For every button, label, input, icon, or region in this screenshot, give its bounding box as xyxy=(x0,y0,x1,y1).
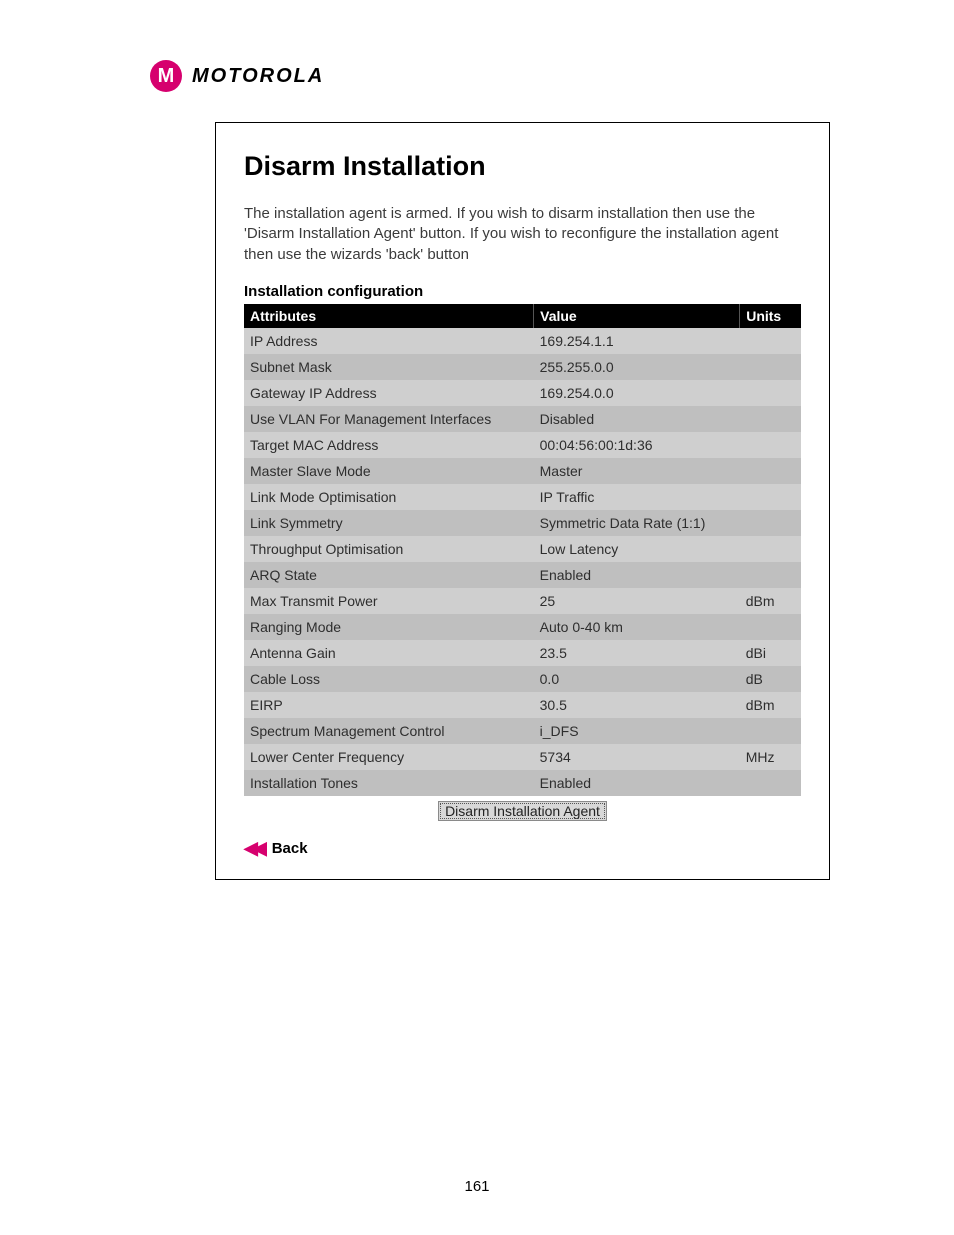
col-header-attributes: Attributes xyxy=(244,304,534,328)
cell-attribute: Use VLAN For Management Interfaces xyxy=(244,406,534,432)
cell-value: 5734 xyxy=(534,744,740,770)
cell-value: 169.254.0.0 xyxy=(534,380,740,406)
table-row: Ranging ModeAuto 0-40 km xyxy=(244,614,801,640)
cell-units: dBm xyxy=(740,588,801,614)
disarm-installation-agent-button[interactable]: Disarm Installation Agent xyxy=(438,801,607,821)
cell-value: Disabled xyxy=(534,406,740,432)
cell-value: Auto 0-40 km xyxy=(534,614,740,640)
document-page: M MOTOROLA Disarm Installation The insta… xyxy=(0,0,954,1235)
col-header-value: Value xyxy=(534,304,740,328)
back-link[interactable]: ◀◀ Back xyxy=(244,838,801,859)
table-row: Use VLAN For Management InterfacesDisabl… xyxy=(244,406,801,432)
back-label: Back xyxy=(272,840,308,857)
table-row: Cable Loss0.0dB xyxy=(244,666,801,692)
cell-attribute: Spectrum Management Control xyxy=(244,718,534,744)
cell-value: 23.5 xyxy=(534,640,740,666)
cell-attribute: Lower Center Frequency xyxy=(244,744,534,770)
table-row: Target MAC Address00:04:56:00:1d:36 xyxy=(244,432,801,458)
table-row: Gateway IP Address169.254.0.0 xyxy=(244,380,801,406)
cell-value: 169.254.1.1 xyxy=(534,328,740,354)
cell-attribute: Master Slave Mode xyxy=(244,458,534,484)
cell-units: dBi xyxy=(740,640,801,666)
cell-attribute: Link Symmetry xyxy=(244,510,534,536)
table-row: IP Address169.254.1.1 xyxy=(244,328,801,354)
cell-value: Master xyxy=(534,458,740,484)
cell-value: 0.0 xyxy=(534,666,740,692)
cell-units xyxy=(740,770,801,796)
cell-value: Symmetric Data Rate (1:1) xyxy=(534,510,740,536)
table-row: Installation TonesEnabled xyxy=(244,770,801,796)
cell-units xyxy=(740,328,801,354)
table-row: Link Mode OptimisationIP Traffic xyxy=(244,484,801,510)
table-row: Max Transmit Power25dBm xyxy=(244,588,801,614)
cell-units xyxy=(740,562,801,588)
cell-units: dBm xyxy=(740,692,801,718)
table-row: Spectrum Management Controli_DFS xyxy=(244,718,801,744)
cell-units xyxy=(740,354,801,380)
cell-units xyxy=(740,614,801,640)
table-row: Lower Center Frequency5734MHz xyxy=(244,744,801,770)
cell-value: IP Traffic xyxy=(534,484,740,510)
motorola-logo-icon: M xyxy=(150,60,182,92)
back-arrow-icon: ◀◀ xyxy=(244,838,262,859)
table-row: Link SymmetrySymmetric Data Rate (1:1) xyxy=(244,510,801,536)
cell-attribute: Gateway IP Address xyxy=(244,380,534,406)
page-number: 161 xyxy=(0,1178,954,1195)
cell-units xyxy=(740,458,801,484)
cell-units: dB xyxy=(740,666,801,692)
cell-attribute: Max Transmit Power xyxy=(244,588,534,614)
cell-units xyxy=(740,432,801,458)
cell-value: 30.5 xyxy=(534,692,740,718)
cell-attribute: EIRP xyxy=(244,692,534,718)
cell-units xyxy=(740,718,801,744)
cell-value: 255.255.0.0 xyxy=(534,354,740,380)
cell-value: 00:04:56:00:1d:36 xyxy=(534,432,740,458)
table-row: Subnet Mask255.255.0.0 xyxy=(244,354,801,380)
cell-units xyxy=(740,484,801,510)
section-title: Installation configuration xyxy=(244,283,801,300)
cell-attribute: Antenna Gain xyxy=(244,640,534,666)
cell-units xyxy=(740,536,801,562)
config-panel: Disarm Installation The installation age… xyxy=(215,122,830,880)
cell-attribute: Link Mode Optimisation xyxy=(244,484,534,510)
table-row: Throughput OptimisationLow Latency xyxy=(244,536,801,562)
cell-value: Low Latency xyxy=(534,536,740,562)
cell-value: i_DFS xyxy=(534,718,740,744)
intro-text: The installation agent is armed. If you … xyxy=(244,204,801,265)
cell-attribute: Ranging Mode xyxy=(244,614,534,640)
cell-attribute: ARQ State xyxy=(244,562,534,588)
cell-units: MHz xyxy=(740,744,801,770)
table-row: ARQ StateEnabled xyxy=(244,562,801,588)
cell-attribute: Throughput Optimisation xyxy=(244,536,534,562)
cell-units xyxy=(740,380,801,406)
cell-value: Enabled xyxy=(534,562,740,588)
col-header-units: Units xyxy=(740,304,801,328)
brand-name: MOTOROLA xyxy=(192,65,324,88)
cell-attribute: Cable Loss xyxy=(244,666,534,692)
table-row: Master Slave ModeMaster xyxy=(244,458,801,484)
table-row: Antenna Gain23.5dBi xyxy=(244,640,801,666)
cell-attribute: Installation Tones xyxy=(244,770,534,796)
cell-value: Enabled xyxy=(534,770,740,796)
cell-attribute: Target MAC Address xyxy=(244,432,534,458)
cell-attribute: IP Address xyxy=(244,328,534,354)
page-title: Disarm Installation xyxy=(244,151,801,182)
cell-value: 25 xyxy=(534,588,740,614)
config-table: Attributes Value Units IP Address169.254… xyxy=(244,304,801,826)
table-row: EIRP30.5dBm xyxy=(244,692,801,718)
cell-units xyxy=(740,406,801,432)
cell-attribute: Subnet Mask xyxy=(244,354,534,380)
cell-units xyxy=(740,510,801,536)
logo-letter: M xyxy=(158,65,175,88)
brand-header: M MOTOROLA xyxy=(150,60,954,92)
